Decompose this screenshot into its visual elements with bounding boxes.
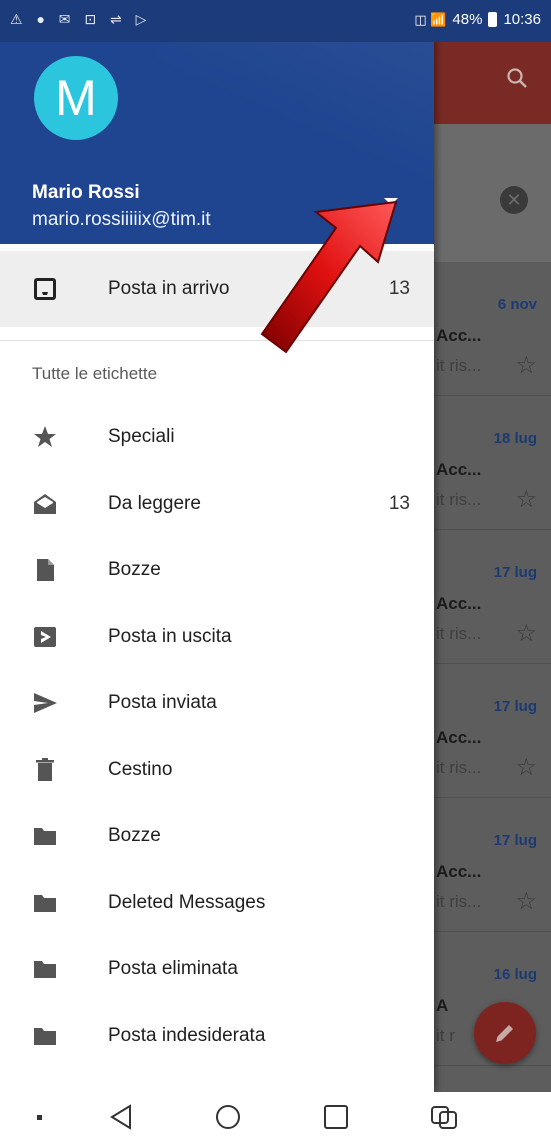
back-icon[interactable] — [104, 1102, 140, 1132]
message-date: 6 nov — [497, 296, 537, 313]
message-sender: A — [436, 996, 449, 1015]
close-icon[interactable]: ✕ — [500, 186, 528, 214]
search-icon[interactable] — [497, 62, 537, 102]
star-icon[interactable]: ☆ — [515, 488, 537, 512]
system-nav-bar — [0, 1092, 551, 1142]
folder-icon — [32, 823, 58, 849]
message-snippet: it ris... — [436, 758, 482, 777]
message-date: 17 lug — [493, 698, 537, 715]
sidebar-item-cestino[interactable]: Cestino — [0, 737, 434, 803]
message-snippet: it ris... — [436, 356, 482, 375]
sidebar-item-posta-eliminata[interactable]: Posta eliminata — [0, 936, 434, 1002]
folder-icon — [32, 890, 58, 916]
sidebar-item-posta-in-uscita[interactable]: Posta in uscita — [0, 604, 434, 670]
dual-app-icon[interactable] — [426, 1102, 462, 1132]
sidebar-item-label: Posta in arrivo — [108, 278, 230, 299]
sidebar-item-deleted-messages[interactable]: Deleted Messages — [0, 870, 434, 936]
sidebar-item-bozze[interactable]: Bozze — [0, 803, 434, 869]
signal-icon: ◫ 📶 — [414, 11, 447, 27]
message-snippet: it ris... — [436, 624, 482, 643]
send-icon — [32, 690, 58, 716]
star-icon[interactable]: ☆ — [515, 890, 537, 914]
status-bar: ⚠ ● ✉ ⊡ ⇌ ▷ ◫ 📶 48% 10:36 — [0, 0, 551, 42]
navigation-drawer: M Mario Rossi mario.rossiiiiix@tim.it Po… — [0, 0, 434, 1092]
sidebar-item-label: Bozze — [108, 559, 161, 580]
message-sender: Acc... — [436, 460, 482, 479]
message-snippet: it r — [436, 1026, 455, 1045]
message-date: 16 lug — [493, 966, 537, 983]
sidebar-item-posta-inviata[interactable]: Posta inviata — [0, 670, 434, 736]
unread-count: 13 — [388, 492, 410, 514]
sidebar-item-label: Bozze — [108, 825, 161, 846]
star-icon[interactable]: ☆ — [515, 354, 537, 378]
recents-icon[interactable] — [318, 1102, 354, 1132]
folder-icon — [32, 1023, 58, 1049]
trash-icon — [32, 757, 58, 783]
pencil-icon — [496, 1025, 513, 1042]
message-snippet: it ris... — [436, 490, 482, 509]
open-mail-icon — [32, 491, 58, 517]
sidebar-item-posta-indesiderata[interactable]: Posta indesiderata — [0, 1003, 434, 1069]
star-icon — [32, 424, 58, 450]
account-name: Mario Rossi — [32, 182, 140, 203]
draft-icon — [32, 557, 58, 583]
sidebar-item-speciali[interactable]: Speciali — [0, 404, 434, 470]
message-date: 17 lug — [493, 564, 537, 581]
sidebar-item-label: Speciali — [108, 426, 175, 447]
message-snippet: it ris... — [436, 892, 482, 911]
message-sender: Acc... — [436, 594, 482, 613]
battery-percent: 48% — [452, 11, 483, 28]
compose-button[interactable] — [474, 1002, 536, 1064]
sidebar-item-label: Posta in uscita — [108, 625, 232, 647]
message-date: 17 lug — [493, 832, 537, 849]
star-icon[interactable]: ☆ — [515, 622, 537, 646]
account-email: mario.rossiiiiix@tim.it — [32, 209, 211, 230]
avatar[interactable]: M — [34, 56, 118, 140]
outbox-icon — [32, 624, 58, 650]
message-sender: Acc... — [436, 862, 482, 881]
clock: 10:36 — [503, 11, 541, 28]
sidebar-item-label: Posta inviata — [108, 692, 217, 713]
dot-icon[interactable] — [22, 1102, 58, 1132]
annotation-arrow — [260, 200, 398, 354]
home-icon[interactable] — [210, 1102, 246, 1132]
sidebar-item-label: Da leggere — [108, 492, 201, 514]
notification-icons: ⚠ ● ✉ ⊡ ⇌ ▷ — [10, 11, 152, 27]
labels-section-title: Tutte le etichette — [32, 364, 158, 383]
message-sender: Acc... — [436, 326, 482, 345]
star-icon[interactable]: ☆ — [515, 756, 537, 780]
sidebar-item-da-leggere[interactable]: Da leggere 13 — [0, 471, 434, 537]
battery-icon — [488, 12, 498, 27]
inbox-icon — [32, 276, 58, 302]
folder-icon — [32, 956, 58, 982]
sidebar-item-label: Posta eliminata — [108, 958, 238, 979]
sidebar-item-label: Posta indesiderata — [108, 1024, 266, 1046]
sidebar-item-label: Deleted Messages — [108, 891, 266, 913]
sidebar-item-bozze[interactable]: Bozze — [0, 537, 434, 603]
message-date: 18 lug — [493, 430, 537, 447]
message-sender: Acc... — [436, 728, 482, 747]
sidebar-item-label: Cestino — [108, 758, 173, 780]
